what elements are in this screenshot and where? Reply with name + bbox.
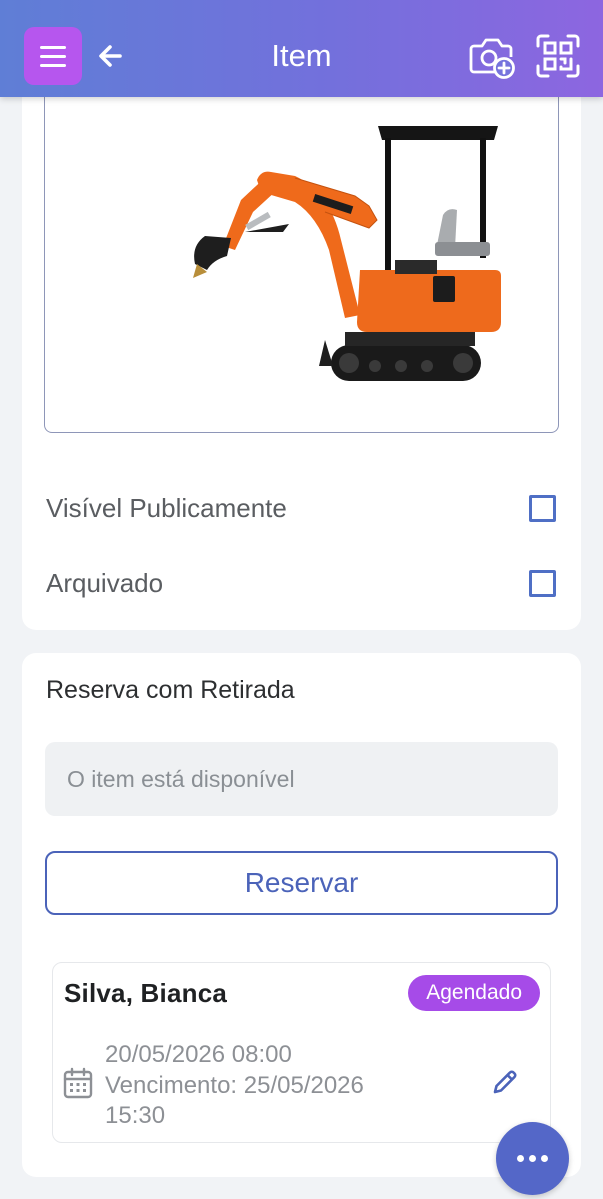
visible-publicly-checkbox[interactable] bbox=[529, 494, 556, 522]
add-photo-button[interactable] bbox=[468, 32, 516, 80]
more-actions-button[interactable] bbox=[496, 1122, 569, 1195]
camera-add-icon bbox=[469, 38, 515, 79]
visible-publicly-label: Visível Publicamente bbox=[46, 492, 287, 523]
more-dots-icon bbox=[517, 1155, 524, 1162]
calendar-icon bbox=[63, 1067, 93, 1099]
pencil-icon[interactable] bbox=[490, 1067, 520, 1097]
mini-excavator-photo bbox=[193, 126, 501, 381]
booking-due: Vencimento: 25/05/2026 bbox=[105, 1071, 364, 1099]
archived-label: Arquivado bbox=[46, 567, 164, 598]
qr-scan-icon bbox=[536, 34, 580, 78]
archived-row[interactable]: Arquivado bbox=[46, 563, 558, 603]
item-image[interactable] bbox=[44, 90, 559, 433]
scan-button[interactable] bbox=[534, 33, 582, 79]
archived-checkbox[interactable] bbox=[529, 569, 556, 597]
availability-status: O item está disponível bbox=[45, 742, 558, 816]
booking-dates: 20/05/2026 08:00 Vencimento: 25/05/2026 … bbox=[105, 1040, 364, 1132]
reservation-section-title: Reserva com Retirada bbox=[46, 676, 295, 704]
booking-card[interactable]: Silva, Bianca Agendado 20/05/2026 08:00 … bbox=[52, 962, 551, 1143]
booking-start: 20/05/2026 08:00 bbox=[105, 1041, 292, 1068]
app-header: Item bbox=[0, 0, 603, 97]
reserve-button[interactable]: Reservar bbox=[45, 851, 558, 915]
booking-name: Silva, Bianca bbox=[64, 978, 228, 1008]
status-badge: Agendado bbox=[408, 975, 540, 1011]
booking-due-time: 15:30 bbox=[105, 1102, 166, 1129]
visible-publicly-row[interactable]: Visível Publicamente bbox=[46, 488, 558, 528]
